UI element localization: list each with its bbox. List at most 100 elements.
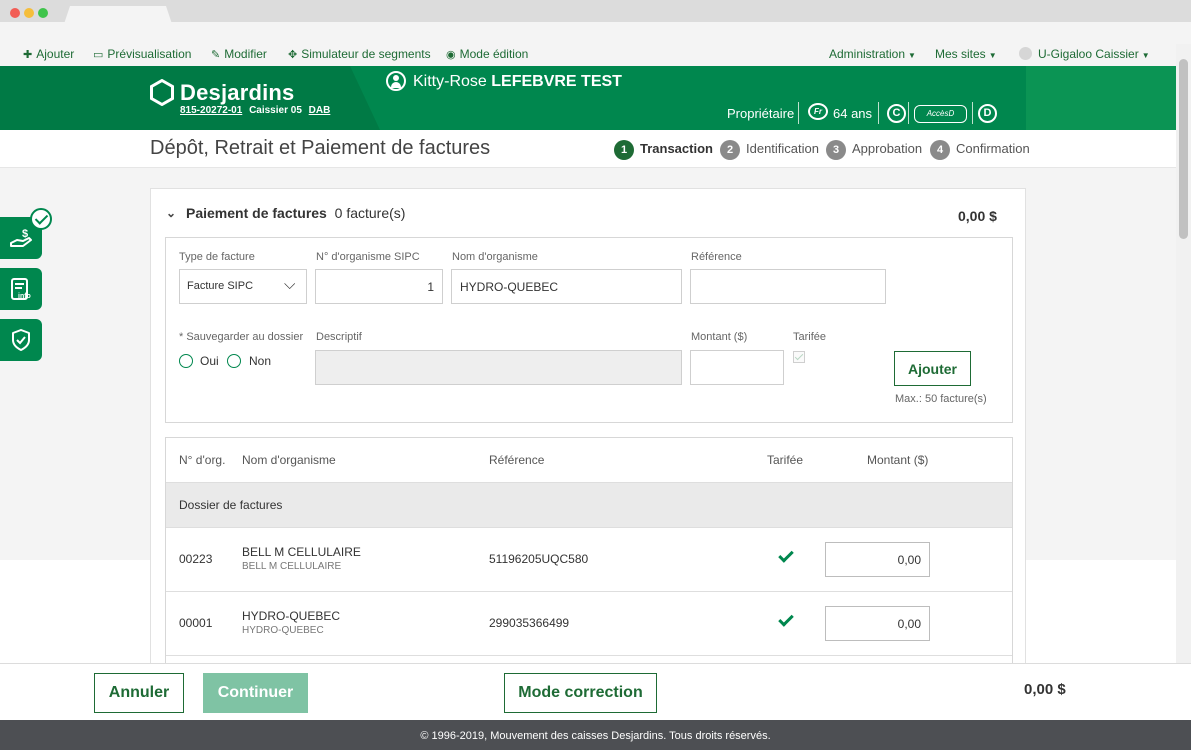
- minimize-window-dot[interactable]: [24, 8, 34, 18]
- monitor-icon: ▭: [93, 49, 104, 61]
- toolbar-edit-mode-link[interactable]: ◉ Mode édition: [446, 47, 528, 61]
- c-status-icon[interactable]: C: [887, 104, 906, 123]
- tarifee-checkbox[interactable]: [793, 351, 805, 363]
- client-profile-icon: [386, 71, 406, 91]
- client-age: 64 ans: [833, 106, 873, 121]
- document-info-icon: info: [11, 278, 31, 300]
- section-title[interactable]: Paiement de factures 0 facture(s): [186, 205, 405, 221]
- col-header-reference: Référence: [489, 453, 545, 467]
- page-title-bar: Dépôt, Retrait et Paiement de factures 1…: [0, 130, 1176, 168]
- client-role: Propriétaire: [727, 106, 795, 121]
- d-status-icon[interactable]: D: [978, 104, 997, 123]
- org-no-label: N° d'organisme SIPC: [316, 251, 420, 263]
- client-header: Desjardins 815-20272-01 Caissier 05 DAB …: [0, 66, 1176, 130]
- toolbar-preview-link[interactable]: ▭ Prévisualisation: [93, 47, 191, 61]
- save-yes-radio[interactable]: [179, 354, 193, 368]
- brand-name: Desjardins: [180, 80, 295, 105]
- section-total: 0,00 $: [958, 208, 997, 224]
- row-divider: [166, 655, 1012, 656]
- svg-text:info: info: [18, 293, 31, 300]
- svg-text:$: $: [22, 228, 28, 240]
- save-no-label[interactable]: Non: [249, 354, 271, 368]
- divider: [878, 102, 879, 124]
- chevron-down-icon: ⌵: [284, 276, 296, 293]
- row-org-no: 00223: [179, 552, 213, 566]
- bill-type-value: Facture SIPC: [187, 280, 254, 292]
- move-icon: ✥: [288, 49, 298, 61]
- toolbar-simulator-link[interactable]: ✥ Simulateur de segments: [288, 47, 431, 61]
- row-org-subname: BELL M CELLULAIRE: [242, 561, 342, 572]
- col-header-amount: Montant ($): [867, 453, 929, 467]
- language-bubble-icon: Fr: [808, 103, 828, 120]
- page-title: Dépôt, Retrait et Paiement de factures: [150, 137, 491, 159]
- caret-down-icon: ▼: [1141, 51, 1150, 60]
- group-label: Dossier de factures: [179, 498, 283, 512]
- divider: [972, 102, 973, 124]
- row-org-no: 00001: [179, 616, 213, 630]
- close-window-dot[interactable]: [10, 8, 20, 18]
- continue-button[interactable]: Continuer: [203, 673, 308, 713]
- plus-icon: ✚: [23, 49, 33, 61]
- branch-code-link[interactable]: 815-20272-01: [180, 105, 242, 116]
- add-bill-button[interactable]: Ajouter: [894, 351, 971, 386]
- desjardins-logo-icon: [150, 79, 174, 106]
- my-sites-menu[interactable]: Mes sites ▼: [935, 47, 997, 61]
- description-input: [315, 350, 682, 385]
- org-name-input[interactable]: [451, 269, 682, 304]
- col-header-tarifee: Tarifée: [767, 453, 804, 467]
- org-number-input[interactable]: [315, 269, 443, 304]
- save-yes-label[interactable]: Oui: [200, 354, 219, 368]
- administration-menu[interactable]: Administration ▼: [829, 47, 916, 61]
- step-confirmation: 4 Confirmation: [930, 140, 1030, 160]
- user-menu[interactable]: U-Gigaloo Caissier ▼: [1019, 47, 1150, 61]
- footer-total: 0,00 $: [1024, 681, 1066, 698]
- description-label: Descriptif: [316, 331, 362, 343]
- amount-input[interactable]: [690, 350, 784, 385]
- correction-mode-button[interactable]: Mode correction: [504, 673, 657, 713]
- tarifee-label: Tarifée: [793, 331, 827, 343]
- bill-entry-form: [165, 237, 1013, 423]
- hand-money-icon: $: [10, 228, 32, 247]
- group-row: [166, 482, 1012, 528]
- toolbar-add-link[interactable]: ✚ Ajouter: [23, 47, 74, 61]
- browser-chrome: [0, 0, 1191, 44]
- row-org-name: BELL M CELLULAIRE: [242, 545, 361, 559]
- branch-info: 815-20272-01 Caissier 05 DAB: [180, 105, 330, 116]
- row-org-subname: HYDRO-QUEBEC: [242, 625, 324, 636]
- client-name[interactable]: Kitty-Rose LEFEBVRE TEST: [413, 73, 622, 91]
- dab-link[interactable]: DAB: [309, 105, 331, 116]
- reference-input[interactable]: [690, 269, 886, 304]
- side-tab-security[interactable]: [0, 319, 42, 361]
- caret-down-icon: ▼: [988, 51, 997, 60]
- header-accent-panel: [1026, 66, 1176, 130]
- eye-icon: ◉: [446, 49, 456, 61]
- scrollbar[interactable]: [1176, 44, 1191, 664]
- save-label: * Sauvegarder au dossier: [179, 331, 304, 343]
- row-amount-input[interactable]: [825, 542, 930, 577]
- maximize-window-dot[interactable]: [38, 8, 48, 18]
- cancel-button[interactable]: Annuler: [94, 673, 184, 713]
- row-reference: 51196205UQC580: [489, 552, 589, 566]
- caret-down-icon: ▼: [908, 51, 916, 60]
- step-transaction: 1 Transaction: [614, 140, 713, 160]
- shield-check-icon: [12, 329, 30, 351]
- save-no-radio[interactable]: [227, 354, 241, 368]
- copyright-footer: © 1996-2019, Mouvement des caisses Desja…: [0, 720, 1191, 750]
- divider: [908, 102, 909, 124]
- row-amount-input[interactable]: [825, 606, 930, 641]
- side-tab-info[interactable]: info: [0, 268, 42, 310]
- max-bills-note: Max.: 50 facture(s): [895, 393, 987, 405]
- col-header-org-name: Nom d'organisme: [242, 453, 336, 467]
- edit-icon: ✎: [211, 49, 221, 61]
- chevron-down-icon[interactable]: ⌄: [166, 206, 176, 220]
- step-identification: 2 Identification: [720, 140, 819, 160]
- scrollbar-thumb[interactable]: [1179, 59, 1188, 239]
- toolbar-edit-link[interactable]: ✎ Modifier: [211, 47, 267, 61]
- org-name-label: Nom d'organisme: [452, 251, 538, 263]
- browser-address-strip: [0, 22, 1191, 44]
- user-avatar-icon: [1019, 47, 1032, 60]
- row-reference: 299035366499: [489, 616, 570, 630]
- accesd-icon[interactable]: AccèsD: [914, 105, 967, 123]
- step-approbation: 3 Approbation: [826, 140, 922, 160]
- completed-check-icon: [30, 208, 52, 230]
